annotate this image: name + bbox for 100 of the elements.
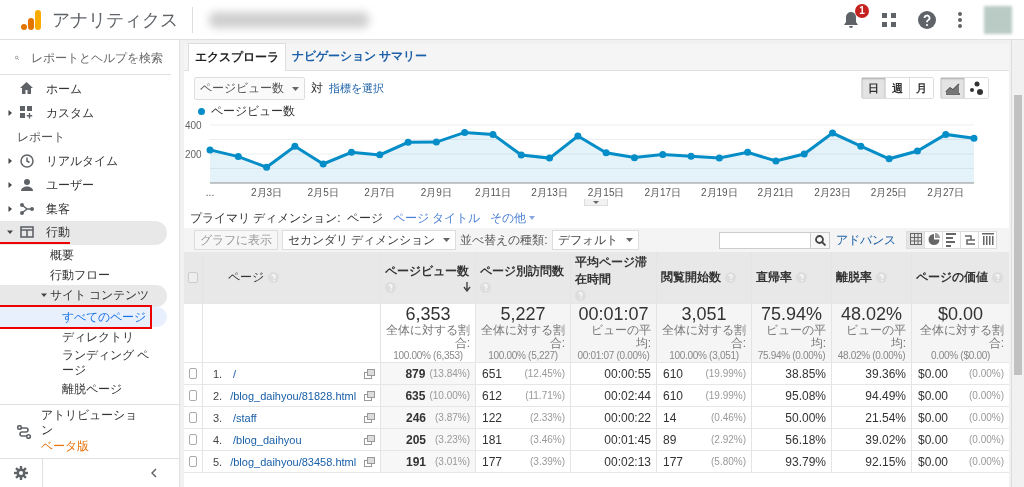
nav-item[interactable]: カスタム <box>0 101 167 125</box>
logo-icon <box>20 7 42 32</box>
chart-type-button[interactable] <box>964 78 988 98</box>
column-header[interactable]: ページ別訪問数 <box>475 252 570 303</box>
data-point[interactable] <box>772 157 780 165</box>
data-point[interactable] <box>348 148 355 156</box>
popout-icon <box>364 390 376 401</box>
data-point[interactable] <box>857 142 865 150</box>
data-point[interactable] <box>291 142 299 150</box>
row-checkbox[interactable] <box>189 368 197 379</box>
select-all-checkbox[interactable] <box>188 272 198 283</box>
nav-item[interactable]: すべてのページ <box>0 307 167 327</box>
row-checkbox[interactable] <box>189 390 197 401</box>
search-field[interactable]: レポートとヘルプを検索 <box>31 50 171 66</box>
popout-icon <box>364 456 376 467</box>
interval-button[interactable]: 月 <box>909 78 933 98</box>
column-header[interactable]: ページビュー数 <box>380 252 475 303</box>
total-value: 48.02% <box>840 304 903 324</box>
data-point[interactable] <box>913 147 921 155</box>
pivot-view-icon <box>981 233 994 247</box>
view-button[interactable] <box>907 232 924 248</box>
nav-item[interactable]: 行動フロー <box>0 265 167 285</box>
data-point[interactable] <box>574 132 582 140</box>
data-point[interactable] <box>432 138 440 146</box>
cell-share: (2.92%) <box>710 434 746 445</box>
column-header[interactable]: ページの価値 <box>911 252 1009 303</box>
data-point[interactable] <box>885 155 893 163</box>
help-icon <box>385 281 396 293</box>
nav-item[interactable]: リアルタイム <box>0 149 167 173</box>
nav-item[interactable]: 行動 <box>0 221 167 245</box>
nav-item[interactable]: アトリビューション ベータ版 <box>17 408 179 455</box>
data-point[interactable] <box>263 163 271 171</box>
select-metric-link[interactable]: 指標を選択 <box>329 81 384 96</box>
total-caption: 全体に対する割合: <box>386 324 470 350</box>
data-point[interactable] <box>829 129 836 137</box>
data-point[interactable] <box>602 149 610 157</box>
advanced-link[interactable]: アドバンス <box>836 231 896 249</box>
data-point[interactable] <box>546 154 554 162</box>
column-header[interactable]: 離脱率 <box>831 252 911 303</box>
table-view-icon <box>909 233 922 247</box>
page-link[interactable]: /blog_daihyou/81828.html <box>230 389 357 402</box>
column-header[interactable]: 直帰率 <box>751 252 831 303</box>
nav-item[interactable]: ホーム <box>0 77 167 101</box>
data-point[interactable] <box>461 128 469 136</box>
search-button[interactable] <box>811 231 830 249</box>
column-header[interactable]: ページ <box>202 252 380 303</box>
data-point[interactable] <box>715 154 723 162</box>
secondary-dimension-dropdown[interactable]: セカンダリ ディメンション <box>282 230 457 250</box>
page-link[interactable]: /blog_daihyou <box>233 433 356 446</box>
data-point[interactable] <box>659 150 667 158</box>
home-icon <box>20 82 34 96</box>
data-point[interactable] <box>319 160 327 168</box>
data-point[interactable] <box>206 146 214 154</box>
nav-item[interactable]: 概要 <box>0 245 167 265</box>
data-point[interactable] <box>687 152 695 160</box>
caret-icon <box>7 110 13 116</box>
sort-type-dropdown[interactable]: デフォルト <box>551 230 639 250</box>
row-number: 3. <box>213 411 224 424</box>
row-checkbox[interactable] <box>189 456 197 467</box>
column-header[interactable]: 閲覧開始数 <box>656 252 751 303</box>
nav-item[interactable]: ユーザー <box>0 173 167 197</box>
view-button[interactable] <box>942 232 960 248</box>
dimension-link[interactable]: ページ <box>346 209 383 227</box>
report-tab[interactable]: ナビゲーション サマリー <box>286 43 434 70</box>
table-search-field[interactable] <box>719 231 811 249</box>
report-tab[interactable]: エクスプローラ <box>188 43 286 71</box>
data-point[interactable] <box>744 148 752 156</box>
column-header[interactable]: 平均ページ滞在時間 <box>570 252 656 303</box>
resize-handle[interactable] <box>584 199 608 206</box>
data-point[interactable] <box>376 151 384 159</box>
nav-item[interactable]: 集客 <box>0 197 167 221</box>
cell-share: (0.00%) <box>968 434 1004 445</box>
row-checkbox[interactable] <box>189 434 197 445</box>
scrollbar[interactable] <box>1011 40 1024 487</box>
dimension-link[interactable]: ページ タイトル <box>392 209 480 227</box>
view-button[interactable] <box>924 232 942 248</box>
cell-value: 191 <box>405 454 426 469</box>
metric-dropdown[interactable]: ページビュー数 <box>194 77 305 100</box>
nav-item[interactable]: サイト コンテンツ <box>0 285 167 307</box>
row-checkbox[interactable] <box>189 412 197 423</box>
page-link[interactable]: /blog_daihyou/83458.html <box>230 455 357 468</box>
cell-share: (3.23%) <box>434 434 470 445</box>
interval-button[interactable]: 日 <box>862 78 885 98</box>
data-point[interactable] <box>970 134 978 142</box>
data-point[interactable] <box>942 130 950 138</box>
data-point[interactable] <box>630 154 638 162</box>
data-point[interactable] <box>234 153 242 161</box>
nav-item[interactable]: ディレクトリ <box>0 327 167 347</box>
view-button[interactable] <box>978 232 996 248</box>
nav-item[interactable]: ランディング ページ <box>0 347 167 379</box>
data-point[interactable] <box>800 150 808 158</box>
cell-share: (3.87%) <box>434 412 470 423</box>
dimension-link[interactable]: その他 <box>490 209 535 227</box>
data-point[interactable] <box>404 138 412 146</box>
view-button[interactable] <box>960 232 978 248</box>
data-point[interactable] <box>489 130 497 138</box>
nav-item[interactable]: 離脱ページ <box>0 379 167 399</box>
page-link[interactable]: /staff <box>233 411 356 424</box>
page-link[interactable]: / <box>233 367 356 380</box>
data-point[interactable] <box>517 151 525 159</box>
